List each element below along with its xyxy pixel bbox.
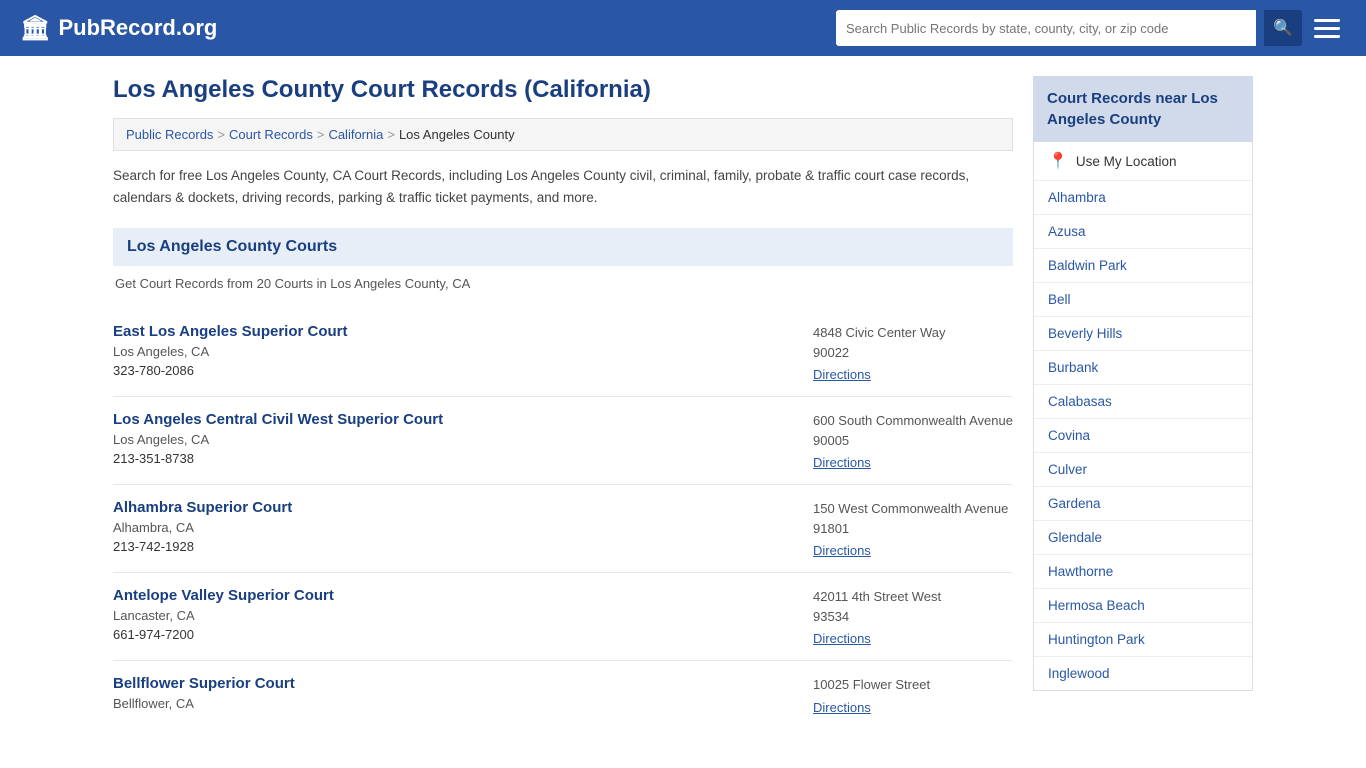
location-icon: 📍 (1048, 151, 1068, 171)
sidebar-list: 📍 Use My Location AlhambraAzusaBaldwin P… (1033, 142, 1253, 691)
court-name: Bellflower Superior Court (113, 675, 295, 692)
search-area: 🔍 (836, 10, 1346, 46)
court-name: Antelope Valley Superior Court (113, 587, 334, 604)
sidebar-item-gardena[interactable]: Gardena (1034, 487, 1252, 521)
court-item: East Los Angeles Superior Court Los Ange… (113, 309, 1013, 397)
court-city: Bellflower, CA (113, 696, 295, 711)
sidebar-item-bell[interactable]: Bell (1034, 283, 1252, 317)
breadcrumb-item-public-records[interactable]: Public Records (126, 127, 213, 142)
court-city: Los Angeles, CA (113, 432, 443, 447)
court-right-1: 600 South Commonwealth Avenue90005 Direc… (813, 411, 1013, 470)
breadcrumb-item-court-records[interactable]: Court Records (229, 127, 313, 142)
directions-link[interactable]: Directions (813, 700, 871, 715)
breadcrumb-separator: > (387, 127, 395, 142)
court-address: 10025 Flower Street (813, 675, 1013, 695)
sidebar-item-hermosa-beach[interactable]: Hermosa Beach (1034, 589, 1252, 623)
court-city: Lancaster, CA (113, 608, 334, 623)
directions-link[interactable]: Directions (813, 455, 871, 470)
sidebar-item-azusa[interactable]: Azusa (1034, 215, 1252, 249)
menu-button[interactable] (1310, 10, 1346, 46)
sidebar-item-beverly-hills[interactable]: Beverly Hills (1034, 317, 1252, 351)
court-phone: 213-742-1928 (113, 539, 292, 554)
court-item: Alhambra Superior Court Alhambra, CA 213… (113, 485, 1013, 573)
sidebar-item-alhambra[interactable]: Alhambra (1034, 181, 1252, 215)
sidebar-item-covina[interactable]: Covina (1034, 419, 1252, 453)
court-city: Alhambra, CA (113, 520, 292, 535)
search-input[interactable] (836, 10, 1256, 46)
section-header: Los Angeles County Courts (113, 228, 1013, 266)
court-left-2: Alhambra Superior Court Alhambra, CA 213… (113, 499, 292, 554)
sidebar-item-hawthorne[interactable]: Hawthorne (1034, 555, 1252, 589)
court-item: Antelope Valley Superior Court Lancaster… (113, 573, 1013, 661)
court-phone: 213-351-8738 (113, 451, 443, 466)
sidebar-item-calabasas[interactable]: Calabasas (1034, 385, 1252, 419)
breadcrumb-item-california[interactable]: California (328, 127, 383, 142)
court-right-3: 42011 4th Street West93534 Directions (813, 587, 1013, 646)
page-title: Los Angeles County Court Records (Califo… (113, 76, 1013, 104)
use-location-label: Use My Location (1076, 154, 1177, 169)
court-address: 600 South Commonwealth Avenue90005 (813, 411, 1013, 450)
court-name: Alhambra Superior Court (113, 499, 292, 516)
section-subtext: Get Court Records from 20 Courts in Los … (113, 276, 1013, 291)
breadcrumb-separator: > (217, 127, 225, 142)
nearby-cities-list: AlhambraAzusaBaldwin ParkBellBeverly Hil… (1034, 181, 1252, 690)
court-left-1: Los Angeles Central Civil West Superior … (113, 411, 443, 466)
breadcrumb: Public Records>Court Records>California>… (113, 118, 1013, 151)
court-left-4: Bellflower Superior Court Bellflower, CA (113, 675, 295, 715)
menu-bar-3 (1314, 35, 1340, 38)
court-item: Bellflower Superior Court Bellflower, CA… (113, 661, 1013, 729)
logo-text: PubRecord.org (58, 15, 217, 41)
directions-link[interactable]: Directions (813, 631, 871, 646)
sidebar-item-culver[interactable]: Culver (1034, 453, 1252, 487)
court-address: 42011 4th Street West93534 (813, 587, 1013, 626)
sidebar-item-baldwin-park[interactable]: Baldwin Park (1034, 249, 1252, 283)
breadcrumb-item-los-angeles-county: Los Angeles County (399, 127, 515, 142)
content-area: Los Angeles County Court Records (Califo… (113, 76, 1013, 729)
site-header: 🏛 PubRecord.org 🔍 (0, 0, 1366, 56)
sidebar-item-huntington-park[interactable]: Huntington Park (1034, 623, 1252, 657)
main-container: Los Angeles County Court Records (Califo… (93, 56, 1273, 749)
court-left-0: East Los Angeles Superior Court Los Ange… (113, 323, 348, 378)
page-description: Search for free Los Angeles County, CA C… (113, 165, 1013, 208)
menu-bar-1 (1314, 19, 1340, 22)
sidebar-item-burbank[interactable]: Burbank (1034, 351, 1252, 385)
search-icon: 🔍 (1273, 18, 1293, 38)
court-item: Los Angeles Central Civil West Superior … (113, 397, 1013, 485)
directions-link[interactable]: Directions (813, 543, 871, 558)
court-name: East Los Angeles Superior Court (113, 323, 348, 340)
use-location-item[interactable]: 📍 Use My Location (1034, 142, 1252, 181)
court-address: 150 West Commonwealth Avenue91801 (813, 499, 1013, 538)
breadcrumb-separator: > (317, 127, 325, 142)
court-left-3: Antelope Valley Superior Court Lancaster… (113, 587, 334, 642)
sidebar-item-inglewood[interactable]: Inglewood (1034, 657, 1252, 690)
sidebar-header: Court Records near Los Angeles County (1033, 76, 1253, 142)
court-name: Los Angeles Central Civil West Superior … (113, 411, 443, 428)
court-right-2: 150 West Commonwealth Avenue91801 Direct… (813, 499, 1013, 558)
sidebar-item-glendale[interactable]: Glendale (1034, 521, 1252, 555)
directions-link[interactable]: Directions (813, 367, 871, 382)
search-button[interactable]: 🔍 (1264, 10, 1302, 46)
court-right-4: 10025 Flower Street Directions (813, 675, 1013, 715)
court-phone: 323-780-2086 (113, 363, 348, 378)
building-icon: 🏛 (20, 14, 50, 43)
menu-bar-2 (1314, 27, 1340, 30)
sidebar: Court Records near Los Angeles County 📍 … (1033, 76, 1253, 729)
court-address: 4848 Civic Center Way90022 (813, 323, 1013, 362)
site-logo[interactable]: 🏛 PubRecord.org (20, 14, 217, 43)
court-right-0: 4848 Civic Center Way90022 Directions (813, 323, 1013, 382)
court-city: Los Angeles, CA (113, 344, 348, 359)
courts-list: East Los Angeles Superior Court Los Ange… (113, 309, 1013, 729)
court-phone: 661-974-7200 (113, 627, 334, 642)
